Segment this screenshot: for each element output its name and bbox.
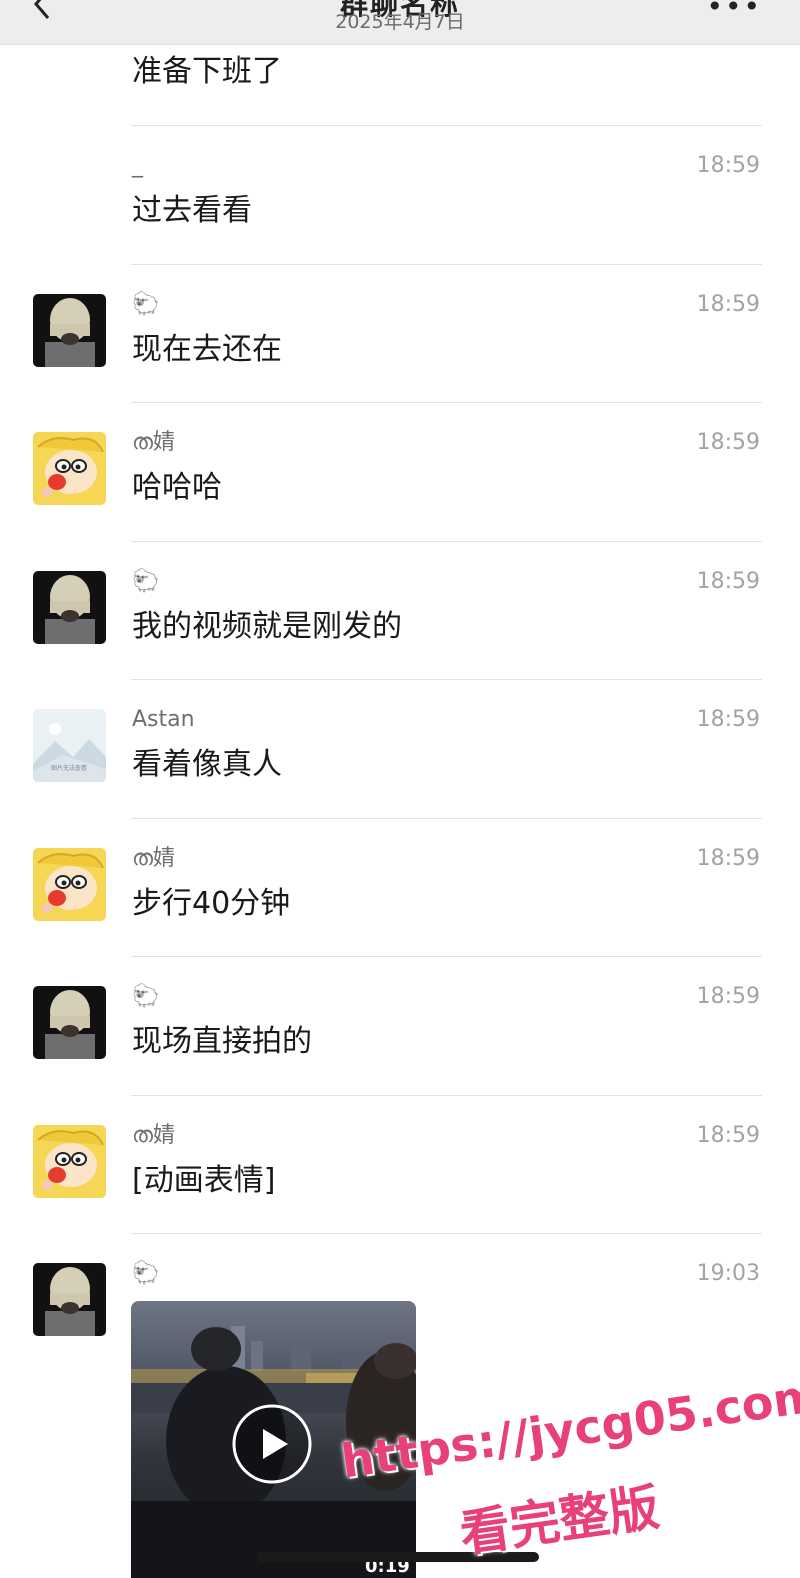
avatar[interactable]: 图片无法查看: [33, 709, 106, 782]
message-text: [动画表情]: [132, 1162, 276, 1198]
message-item[interactable]: 🐑 18:59 现场直接拍的: [0, 956, 800, 1095]
message-divider: [131, 1233, 762, 1234]
message-divider: [131, 402, 762, 403]
avatar[interactable]: [33, 432, 106, 505]
message-time: 18:59: [696, 1122, 760, 1148]
sender-name: ത婧: [132, 1122, 175, 1148]
sender-name: ത婧: [132, 430, 175, 455]
sender-name: ത婧: [132, 845, 175, 871]
message-time: 18:59: [696, 430, 760, 455]
chat-header: 群聊名称 2025年4月7日 •••: [0, 0, 800, 45]
message-time: 18:59: [696, 845, 760, 871]
message-item[interactable]: ത婧 18:59 哈哈哈: [0, 402, 800, 541]
message-text: 准备下班了: [132, 54, 282, 89]
message-time: 18:59: [696, 153, 760, 178]
message-item[interactable]: 🐑 18:59 现在去还在: [0, 264, 800, 403]
message-divider: [131, 1095, 762, 1096]
message-divider: [131, 679, 762, 680]
message-text: 我的视频就是刚发的: [132, 608, 402, 644]
more-options-icon[interactable]: •••: [706, 0, 762, 23]
message-text: 现在去还在: [132, 331, 282, 367]
message-item[interactable]: ത婧 18:59 步行40分钟: [0, 818, 800, 957]
message-item[interactable]: _ 18:59 过去看看: [0, 125, 800, 264]
message-time: 18:59: [696, 707, 760, 732]
message-time: 19:03: [696, 1261, 760, 1286]
avatar[interactable]: [33, 986, 106, 1059]
message-text: 哈哈哈: [132, 470, 222, 505]
svg-text:图片无法查看: 图片无法查看: [51, 764, 87, 772]
avatar[interactable]: [33, 570, 106, 644]
sender-name: 🐑: [132, 1261, 160, 1286]
chat-date: 2025年4月7日: [335, 11, 465, 33]
message-text: 步行40分钟: [132, 885, 291, 921]
message-divider: [131, 125, 762, 126]
sender-name: 🐑: [132, 291, 160, 317]
message-time: 18:59: [696, 291, 760, 317]
sender-name: _: [132, 153, 143, 178]
message-divider: [131, 264, 762, 265]
message-time: 18:59: [696, 568, 760, 594]
avatar[interactable]: [33, 847, 106, 921]
message-text: 看着像真人: [132, 747, 282, 782]
message-item[interactable]: 图片无法查看 Astan 18:59 看着像真人: [0, 679, 800, 818]
message-text: 过去看看: [132, 193, 252, 228]
sender-name: 🐑: [132, 568, 160, 594]
avatar[interactable]: [33, 1124, 106, 1198]
message-divider: [131, 541, 762, 542]
message-item[interactable]: ത婧 18:59 [动画表情]: [0, 1095, 800, 1234]
avatar[interactable]: [33, 293, 106, 367]
watermark-text: 看完整版: [456, 1478, 663, 1564]
message-item[interactable]: 🐑 18:59 我的视频就是刚发的: [0, 541, 800, 680]
message-time: 18:59: [696, 984, 760, 1009]
sender-name: 🐑: [132, 984, 160, 1009]
play-icon[interactable]: [232, 1404, 312, 1484]
message-text: 现场直接拍的: [132, 1024, 312, 1059]
avatar[interactable]: [33, 1263, 106, 1336]
message-divider: [131, 818, 762, 819]
message-divider: [131, 956, 762, 957]
sender-name: Astan: [132, 707, 195, 732]
